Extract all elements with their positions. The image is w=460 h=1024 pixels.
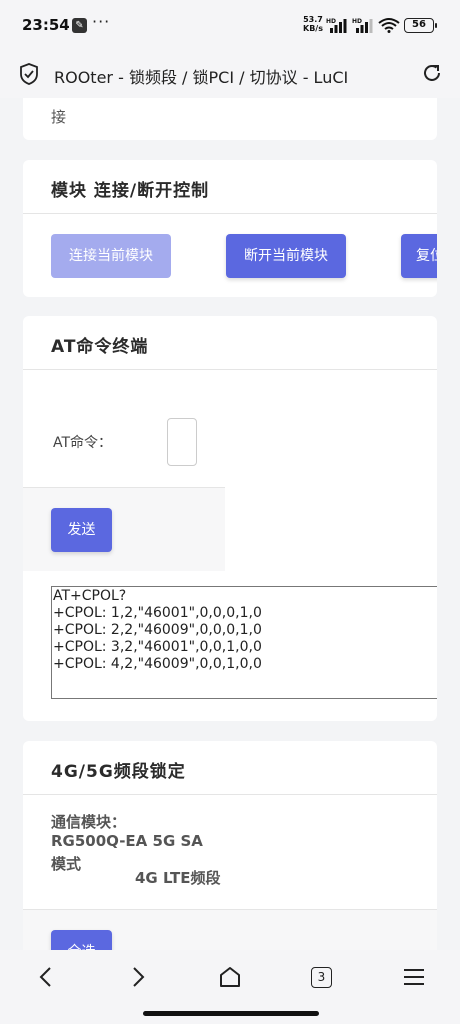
home-indicator[interactable] [143,1011,319,1016]
at-output-line: +CPOL: 2,2,"46009",0,0,0,1,0 [53,622,262,638]
reset-module-button[interactable]: 复位 [401,234,437,278]
page-content[interactable]: 接 模块 连接/断开控制 连接当前模块 断开当前模块 复位 AT命令终端 AT命… [0,98,460,950]
at-terminal-title: AT命令终端 [51,337,149,357]
forward-icon[interactable] [128,964,148,990]
at-output-line: +CPOL: 4,2,"46009",0,0,1,0,0 [53,656,262,672]
disconnect-module-button[interactable]: 断开当前模块 [226,234,346,278]
at-terminal-card: AT命令终端 AT命令： 发送 AT+CPOL? +CPOL: 1,2,"4600… [23,316,437,721]
module-value: RG500Q-EA 5G SA [51,832,203,850]
send-button[interactable]: 发送 [51,508,112,552]
mode-label: 模式 [51,855,82,873]
shield-check-icon[interactable] [18,62,40,86]
home-icon[interactable] [218,964,242,990]
select-all-button[interactable]: 全选 [51,930,112,950]
reload-icon[interactable] [420,61,444,85]
module-control-header: 模块 连接/断开控制 [23,160,437,214]
band-lock-title: 4G/5G频段锁定 [51,762,186,782]
at-terminal-header: AT命令终端 [23,316,437,370]
tab-count-button[interactable]: 3 [311,967,332,988]
wrench-icon: ✎ [72,18,87,33]
browser-url-bar: ROOter - 锁频段 / 锁PCI / 切协议 - LuCI [0,50,460,98]
lte-band-label: 4G LTE频段 [135,869,221,887]
back-icon[interactable] [36,964,56,990]
page-title[interactable]: ROOter - 锁频段 / 锁PCI / 切协议 - LuCI [54,64,348,88]
module-control-title: 模块 连接/断开控制 [51,181,210,201]
at-output-line: +CPOL: 3,2,"46001",0,0,1,0,0 [53,639,262,655]
previous-card-text: 接 [51,108,67,126]
connect-module-button[interactable]: 连接当前模块 [51,234,171,278]
svg-text:HD: HD [352,18,362,25]
cell-signal-2-icon: HD [352,18,373,33]
more-notifications-icon: ··· [92,12,111,31]
at-output-line: AT+CPOL? [53,588,127,604]
battery-indicator: 56 [404,18,437,33]
at-output-line: +CPOL: 1,2,"46001",0,0,0,1,0 [53,605,262,621]
select-all-row: 全选 [23,909,437,950]
previous-card: 接 [23,98,437,140]
send-row: 发送 [23,487,225,571]
status-time: 23:54 [22,16,70,34]
svg-text:HD: HD [326,18,336,25]
browser-nav-bar: 3 [0,950,460,1024]
module-label: 通信模块： [51,813,127,831]
module-control-card: 模块 连接/断开控制 连接当前模块 断开当前模块 复位 [23,160,437,297]
cell-signal-1-icon: HD [326,18,347,33]
at-output-textarea[interactable]: AT+CPOL? +CPOL: 1,2,"46001",0,0,0,1,0 +CPO… [51,586,437,699]
network-speed: 53.7 KB/s [303,15,323,33]
status-bar: 23:54 ✎ ··· 53.7 KB/s HD HD 56 [0,0,460,50]
at-command-label: AT命令： [53,435,113,451]
band-lock-header: 4G/5G频段锁定 [23,741,437,795]
at-command-input[interactable] [167,418,197,466]
band-lock-card: 4G/5G频段锁定 通信模块： RG500Q-EA 5G SA 模式 4G LT… [23,741,437,950]
menu-icon[interactable] [403,964,425,990]
wifi-icon [378,18,400,33]
